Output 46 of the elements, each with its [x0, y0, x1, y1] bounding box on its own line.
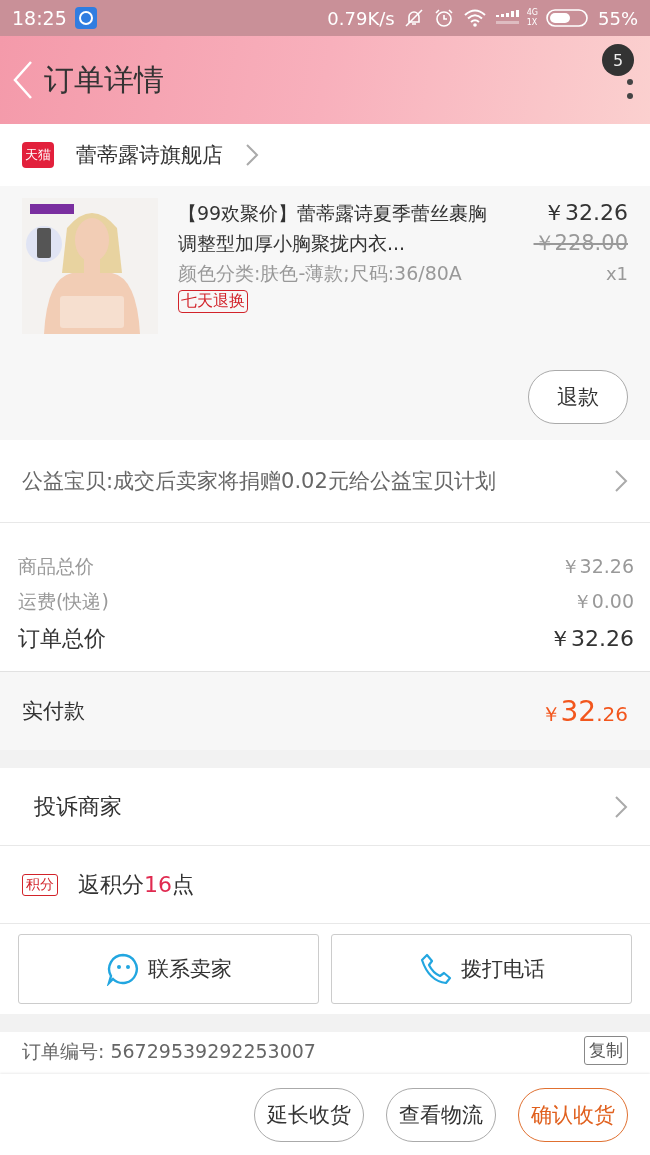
battery-percent: 55%: [598, 7, 638, 29]
wifi-icon: [462, 8, 487, 28]
summary-value: ￥32.26: [560, 554, 634, 579]
summary-value: ￥0.00: [572, 589, 634, 614]
chevron-right-icon: [614, 469, 628, 493]
chevron-right-icon: [614, 794, 628, 819]
chevron-right-icon: [245, 143, 259, 167]
summary-label: 订单总价: [18, 625, 106, 653]
network-type: 4G: [526, 8, 538, 18]
return-tag: 七天退换: [178, 290, 248, 313]
charity-row[interactable]: 公益宝贝:成交后卖家将捐赠0.02元给公益宝贝计划: [0, 440, 650, 523]
refund-button[interactable]: 退款: [528, 370, 628, 424]
copy-button[interactable]: 复制: [584, 1036, 628, 1065]
summary-value: ￥32.26: [549, 625, 634, 653]
product-sku: 颜色分类:肤色-薄款;尺码:36/80A: [178, 261, 462, 286]
confirm-button[interactable]: 确认收货: [518, 1087, 628, 1142]
action-button[interactable]: 查看物流: [386, 1087, 496, 1142]
original-price: ￥228.00: [533, 230, 628, 257]
summary-label: 商品总价: [18, 554, 94, 579]
order-number: 订单编号: 56729539292253007: [22, 1039, 316, 1064]
battery-icon: [546, 8, 590, 28]
product-quantity: x1: [605, 262, 628, 286]
paid-label: 实付款: [22, 698, 85, 725]
points-badge: 积分: [22, 873, 58, 896]
charity-text: 公益宝贝:成交后卖家将捐赠0.02元给公益宝贝计划: [22, 468, 496, 495]
notification-badge: 5: [602, 44, 634, 76]
points-text: 返积分16点: [78, 870, 194, 899]
phone-icon: [418, 952, 453, 986]
contact-button[interactable]: 联系卖家: [18, 934, 319, 1004]
product-price: ￥32.26: [543, 199, 628, 227]
complain-label: 投诉商家: [34, 792, 122, 821]
store-logo: 天猫: [22, 142, 54, 168]
store-name[interactable]: 蕾蒂露诗旗舰店: [76, 141, 223, 169]
summary-label: 运费(快递): [18, 589, 109, 614]
page-title: 订单详情: [44, 60, 164, 99]
signal-icon: [494, 9, 519, 27]
action-button[interactable]: 延长收货: [254, 1087, 364, 1142]
chat-bubble-icon: [105, 952, 140, 986]
network-speed: 0.79K/s: [327, 7, 395, 29]
network-type: 1X: [526, 18, 538, 28]
status-time: 18:25: [12, 7, 67, 29]
call-button[interactable]: 拨打电话: [331, 934, 632, 1004]
app-icon: [74, 7, 97, 29]
complain-row[interactable]: 投诉商家: [0, 768, 650, 846]
product-title[interactable]: 【99欢聚价】蕾蒂露诗夏季蕾丝裹胸调整型加厚小胸聚拢内衣...: [178, 198, 504, 258]
paid-amount: ￥32.26: [540, 694, 628, 728]
